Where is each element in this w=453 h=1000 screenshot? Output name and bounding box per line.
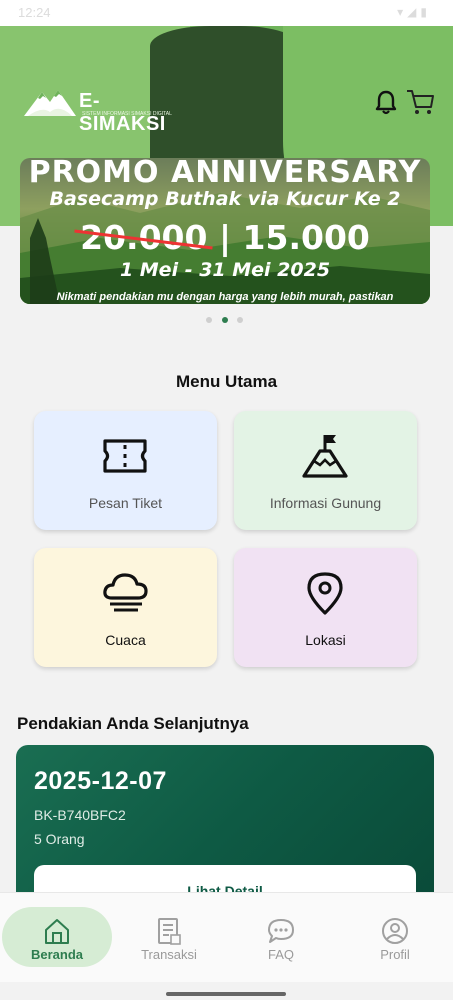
user-icon bbox=[382, 918, 408, 944]
menu-tile-lokasi[interactable]: Lokasi bbox=[234, 548, 417, 667]
banner-old-price: 20.000 bbox=[80, 218, 208, 257]
app-logo: E-SIMAKSI SISTEM INFORMASI SIMAKSI DIGIT… bbox=[22, 86, 182, 135]
banner-new-price: 15.000 bbox=[242, 218, 370, 257]
menu-tile-cuaca[interactable]: Cuaca bbox=[34, 548, 217, 667]
location-pin-icon bbox=[307, 572, 343, 615]
home-indicator[interactable] bbox=[166, 992, 286, 996]
ticket-icon bbox=[103, 439, 147, 473]
trip-date: 2025-12-07 bbox=[34, 767, 167, 795]
home-icon bbox=[45, 919, 69, 944]
trip-people-count: 5 Orang bbox=[34, 831, 85, 847]
menu-tile-informasi-gunung[interactable]: Informasi Gunung bbox=[234, 411, 417, 530]
receipt-icon bbox=[158, 918, 181, 945]
nav-label: Transaksi bbox=[141, 947, 197, 962]
system-navigation-area bbox=[0, 982, 453, 1000]
mountain-flag-icon bbox=[302, 435, 348, 478]
nav-item-beranda[interactable]: Beranda bbox=[2, 907, 112, 967]
nav-label: Beranda bbox=[30, 947, 84, 962]
banner-subtitle: Basecamp Buthak via Kucur Ke 2 bbox=[49, 188, 401, 210]
next-trip-card[interactable]: 2025-12-07 BK-B740BFC2 5 Orang Lihat Det… bbox=[16, 745, 434, 915]
banner-description: Nikmati pendakian mu dengan harga yang l… bbox=[56, 291, 394, 303]
bottom-navigation: Beranda Transaksi FAQ Profil bbox=[0, 892, 453, 982]
menu-section-title: Menu Utama bbox=[175, 372, 278, 391]
nav-label: FAQ bbox=[267, 947, 294, 962]
next-trip-section-title: Pendakian Anda Selanjutnya bbox=[17, 714, 249, 733]
cart-icon[interactable] bbox=[404, 86, 436, 118]
mountain-logo-icon bbox=[24, 90, 76, 116]
menu-tile-label: Cuaca bbox=[105, 632, 146, 648]
status-bar: 12:24 ▾◢▮ bbox=[0, 0, 453, 26]
status-time: 12:24 bbox=[18, 5, 51, 20]
banner-date-range: 1 Mei - 31 Mei 2025 bbox=[119, 259, 331, 281]
promo-banner[interactable]: PROMO ANNIVERSARY Basecamp Buthak via Ku… bbox=[20, 158, 430, 304]
trip-booking-code: BK-B740BFC2 bbox=[34, 807, 126, 823]
notification-bell-icon[interactable] bbox=[372, 88, 400, 116]
menu-tile-label: Pesan Tiket bbox=[88, 495, 163, 511]
nav-label: Profil bbox=[380, 947, 410, 962]
nav-item-profil[interactable]: Profil bbox=[340, 907, 450, 967]
menu-tile-label: Lokasi bbox=[305, 632, 346, 648]
carousel-dot-active[interactable] bbox=[222, 317, 228, 323]
nav-item-transaksi[interactable]: Transaksi bbox=[114, 907, 224, 967]
carousel-dot[interactable] bbox=[206, 317, 212, 323]
carousel-dot[interactable] bbox=[237, 317, 243, 323]
menu-tile-label: Informasi Gunung bbox=[269, 495, 382, 511]
banner-price-separator: | bbox=[218, 218, 232, 257]
status-icons: ▾◢▮ bbox=[397, 5, 431, 19]
carousel-indicator bbox=[206, 317, 246, 325]
menu-tile-pesan-tiket[interactable]: Pesan Tiket bbox=[34, 411, 217, 530]
cloud-fog-icon bbox=[103, 573, 148, 612]
banner-title: PROMO ANNIVERSARY bbox=[28, 158, 422, 190]
chat-bubble-icon bbox=[268, 919, 294, 943]
nav-item-faq[interactable]: FAQ bbox=[226, 907, 336, 967]
logo-subtitle: SISTEM INFORMASI SIMAKSI DIGITAL bbox=[82, 111, 172, 117]
banner-price: 20.000 | 15.000 bbox=[20, 218, 430, 257]
